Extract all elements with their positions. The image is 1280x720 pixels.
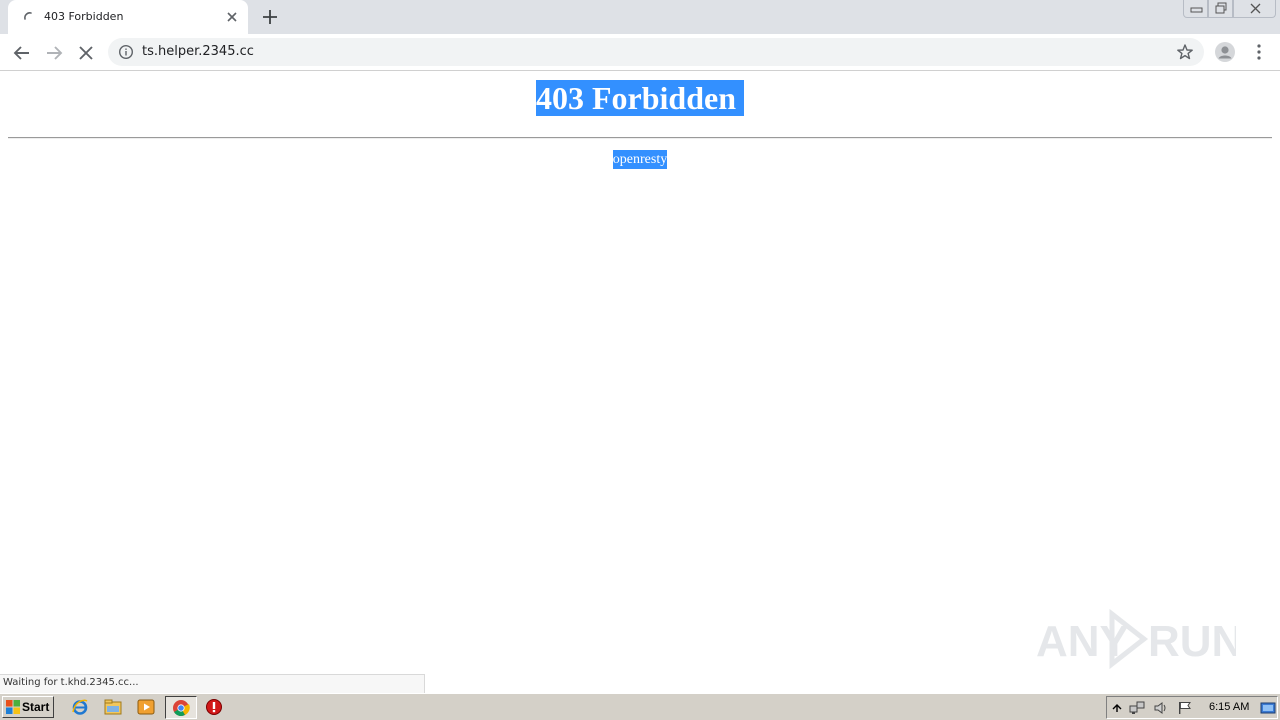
action-center-flag-icon[interactable]	[1177, 700, 1193, 716]
browser-tab[interactable]: 403 Forbidden	[8, 0, 248, 34]
anyrun-watermark-logo: ANY RUN	[1036, 608, 1236, 670]
restore-button[interactable]	[1208, 0, 1233, 18]
error-heading: 403 Forbidden	[535, 80, 745, 116]
network-icon[interactable]	[1129, 700, 1145, 716]
more-menu-icon[interactable]	[1250, 42, 1268, 62]
taskbar-clock[interactable]: 6:15 AM	[1209, 701, 1249, 713]
loading-spinner-icon	[24, 12, 32, 20]
tab-strip: 403 Forbidden	[0, 0, 1280, 34]
heading-container: 403 Forbidden	[0, 80, 1280, 116]
start-label: Start	[22, 700, 50, 714]
internet-explorer-icon[interactable]	[71, 698, 89, 716]
stop-loading-icon[interactable]	[75, 42, 97, 64]
tab-close-icon[interactable]	[224, 9, 240, 25]
show-desktop-icon[interactable]	[1260, 700, 1276, 716]
media-player-icon[interactable]	[137, 698, 155, 716]
page-content: 403 Forbidden openresty	[0, 72, 1280, 672]
windows-taskbar: Start 6:15 AM	[0, 693, 1280, 720]
chrome-icon	[173, 700, 190, 716]
stop-sign-icon[interactable]	[205, 698, 223, 716]
profile-avatar-icon[interactable]	[1214, 41, 1236, 63]
bookmark-star-icon[interactable]	[1176, 43, 1194, 61]
restore-icon	[1215, 2, 1227, 14]
start-button[interactable]: Start	[2, 696, 54, 718]
file-explorer-icon[interactable]	[104, 698, 122, 716]
url-text[interactable]: ts.helper.2345.cc	[142, 44, 254, 59]
server-name: openresty	[612, 150, 668, 169]
volume-icon[interactable]	[1153, 700, 1169, 716]
minimize-button[interactable]	[1183, 0, 1208, 18]
status-text: Waiting for t.khd.2345.cc...	[3, 677, 139, 688]
horizontal-divider	[8, 137, 1272, 139]
tab-title: 403 Forbidden	[44, 10, 124, 23]
browser-toolbar: ts.helper.2345.cc	[0, 34, 1280, 71]
info-icon[interactable]	[118, 44, 134, 60]
show-hidden-icons-chevron-icon[interactable]	[1109, 700, 1125, 716]
status-bubble: Waiting for t.khd.2345.cc...	[0, 674, 425, 693]
back-arrow-icon[interactable]	[11, 42, 33, 64]
minimize-icon	[1190, 7, 1203, 13]
address-bar[interactable]: ts.helper.2345.cc	[108, 38, 1204, 66]
svg-text:RUN: RUN	[1148, 617, 1236, 666]
server-container: openresty	[0, 148, 1280, 169]
chrome-taskbar-button[interactable]	[165, 696, 197, 719]
close-window-icon	[1250, 3, 1261, 14]
forward-arrow-icon[interactable]	[43, 42, 65, 64]
system-tray: 6:15 AM	[1106, 696, 1278, 719]
close-window-button[interactable]	[1233, 0, 1276, 18]
new-tab-icon[interactable]	[260, 7, 280, 27]
windows-logo-icon	[6, 700, 20, 714]
